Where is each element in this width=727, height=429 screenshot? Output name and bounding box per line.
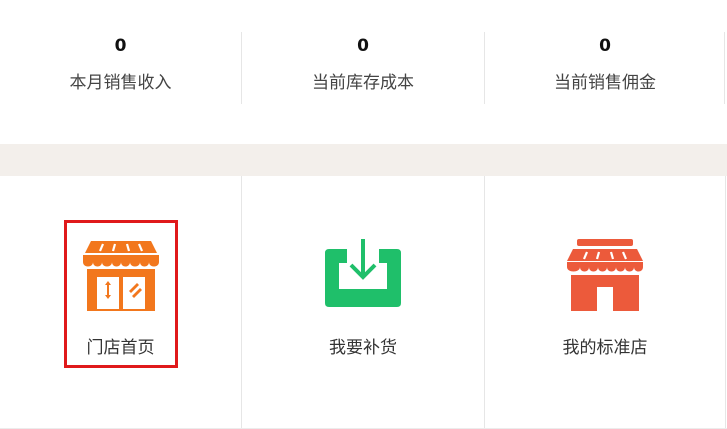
stat-label: 本月销售收入: [69, 73, 172, 93]
selection-highlight-box: [64, 220, 178, 368]
stat-monthly-sales-revenue[interactable]: 0 本月销售收入: [0, 0, 241, 144]
stat-value: 0: [599, 36, 611, 56]
stat-label: 当前库存成本: [312, 73, 414, 93]
section-separator: [0, 144, 727, 176]
stat-current-inventory-cost[interactable]: 0 当前库存成本: [242, 0, 484, 144]
stat-value: 0: [114, 36, 127, 56]
shop-icon: [567, 239, 643, 311]
download-tray-icon: [325, 239, 401, 307]
stat-current-sales-commission[interactable]: 0 当前销售佣金: [485, 0, 725, 144]
tile-label: 我的标准店: [562, 338, 648, 358]
stats-panel: 0 本月销售收入 0 当前库存成本 0 当前销售佣金: [0, 0, 727, 144]
tile-divider: [725, 176, 726, 429]
tile-label: 我要补货: [329, 338, 397, 358]
stat-value: 0: [357, 36, 369, 56]
stat-divider: [724, 32, 725, 104]
stat-label: 当前销售佣金: [554, 73, 656, 93]
tile-restock[interactable]: 我要补货: [242, 176, 484, 429]
tile-my-standard-store[interactable]: 我的标准店: [485, 176, 725, 429]
